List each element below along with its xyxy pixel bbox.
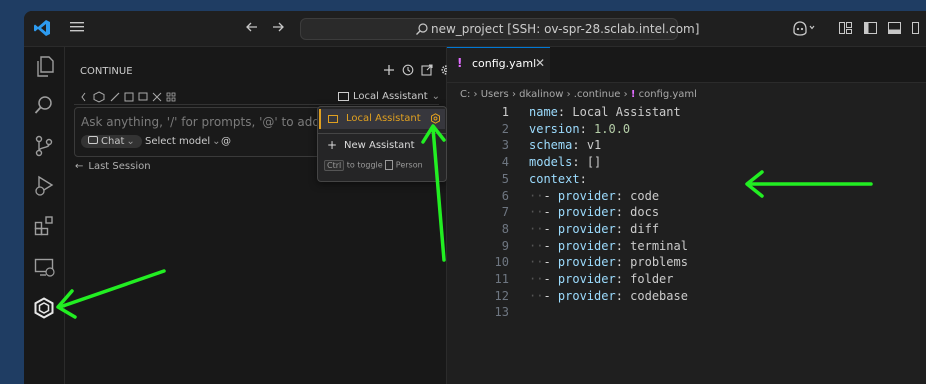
annotation-arrows xyxy=(56,124,873,319)
annotation-arrow-code xyxy=(745,170,873,198)
annotation-arrow-gear-icon xyxy=(421,124,446,262)
annotation-arrow-continue-icon xyxy=(56,269,166,319)
